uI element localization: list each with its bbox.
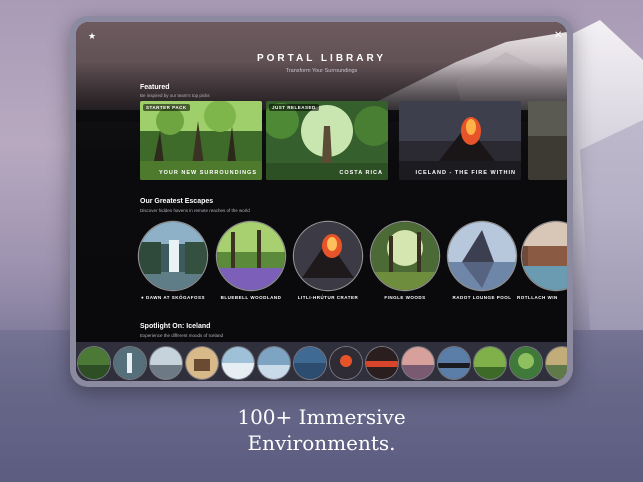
escape-item-3[interactable] <box>294 222 362 290</box>
escape-item-4[interactable] <box>371 222 439 290</box>
thumb-image <box>114 347 146 379</box>
label-text: DAWN AT SKÓGAFOSS <box>145 295 205 300</box>
thumb-14[interactable] <box>546 347 567 379</box>
escape-item-2[interactable] <box>217 222 285 290</box>
thumb-7[interactable] <box>294 347 326 379</box>
spotlight-subtitle: Experience the different moods of Icelan… <box>140 333 223 338</box>
jungle-image <box>266 101 388 180</box>
escape-item-5[interactable] <box>448 222 516 290</box>
card-label: COSTA RICA <box>339 170 383 176</box>
escape-label-4: FINGLE WOODS <box>384 295 426 300</box>
thumb-image <box>78 347 110 379</box>
crater-image <box>294 222 362 290</box>
page-title: PORTAL LIBRARY <box>256 53 387 64</box>
escape-label-3: LITLI-HRÚTUR CRATER <box>297 295 359 300</box>
escape-label-5: RADOT LOUNGE POOL <box>452 295 512 300</box>
tablet-frame: ★ ✕ PORTAL LIBRARY Transform Your Surrou… <box>70 16 573 387</box>
thumb-1[interactable] <box>78 347 110 379</box>
tagline-line-2: Environments. <box>247 431 396 455</box>
thumb-image <box>474 347 506 379</box>
lounge-pool-image <box>448 222 516 290</box>
card-label: YOUR NEW SURROUNDINGS <box>158 170 257 176</box>
thumb-8[interactable] <box>330 347 362 379</box>
thumb-image <box>150 347 182 379</box>
badge: STARTER PACK <box>143 104 190 111</box>
featured-card-1[interactable]: STARTER PACK YOUR NEW SURROUNDINGS <box>140 101 262 180</box>
thumb-2[interactable] <box>114 347 146 379</box>
thumb-12[interactable] <box>474 347 506 379</box>
thumb-image <box>222 347 254 379</box>
thumb-9[interactable] <box>366 347 398 379</box>
thumb-image <box>366 347 398 379</box>
escape-label-6: ROTLLACH WIN <box>517 295 558 300</box>
thumb-image <box>330 347 362 379</box>
thumb-13[interactable] <box>510 347 542 379</box>
volcano-image <box>399 101 521 180</box>
forest-image <box>140 101 262 180</box>
thumb-4[interactable] <box>186 347 218 379</box>
thumb-5[interactable] <box>222 347 254 379</box>
thumb-11[interactable] <box>438 347 470 379</box>
thumb-image <box>510 347 542 379</box>
star-icon[interactable]: ★ <box>88 31 96 42</box>
partial-image <box>528 101 567 180</box>
featured-card-4-partial[interactable] <box>528 101 567 180</box>
escapes-subtitle: Discover hidden havens in remote reaches… <box>140 208 250 213</box>
escape-item-6-partial[interactable] <box>522 222 567 290</box>
featured-title: Featured <box>140 84 170 91</box>
spotlight-title: Spotlight On: Iceland <box>140 323 211 330</box>
escape-item-1[interactable] <box>139 222 207 290</box>
thumb-10[interactable] <box>402 347 434 379</box>
featured-card-3[interactable]: ICELAND - THE FIRE WITHIN <box>399 101 521 180</box>
dot-icon: ● <box>141 295 145 300</box>
thumb-image <box>438 347 470 379</box>
thumb-6[interactable] <box>258 347 290 379</box>
card-label: ICELAND - THE FIRE WITHIN <box>415 170 516 176</box>
badge: JUST RELEASED <box>269 104 319 111</box>
fingle-woods-image <box>371 222 439 290</box>
thumb-3[interactable] <box>150 347 182 379</box>
escapes-title: Our Greatest Escapes <box>140 198 214 205</box>
tagline-line-1: 100+ Immersive <box>237 405 406 429</box>
escape-label-1: ● DAWN AT SKÓGAFOSS <box>131 295 215 300</box>
thumb-image <box>294 347 326 379</box>
featured-card-2[interactable]: JUST RELEASED COSTA RICA <box>266 101 388 180</box>
featured-subtitle: Be inspired by our team's top picks <box>140 93 210 98</box>
bluebell-image <box>217 222 285 290</box>
rotllach-image <box>522 222 567 290</box>
thumb-image <box>402 347 434 379</box>
waterfall-image <box>139 222 207 290</box>
close-icon[interactable]: ✕ <box>554 30 562 41</box>
page-subtitle: Transform Your Surroundings <box>285 68 358 74</box>
escape-label-2: BLUEBELL WOODLAND <box>220 295 282 300</box>
thumb-image <box>546 347 567 379</box>
thumb-image <box>186 347 218 379</box>
app-screen: ★ ✕ PORTAL LIBRARY Transform Your Surrou… <box>76 22 567 381</box>
thumb-image <box>258 347 290 379</box>
